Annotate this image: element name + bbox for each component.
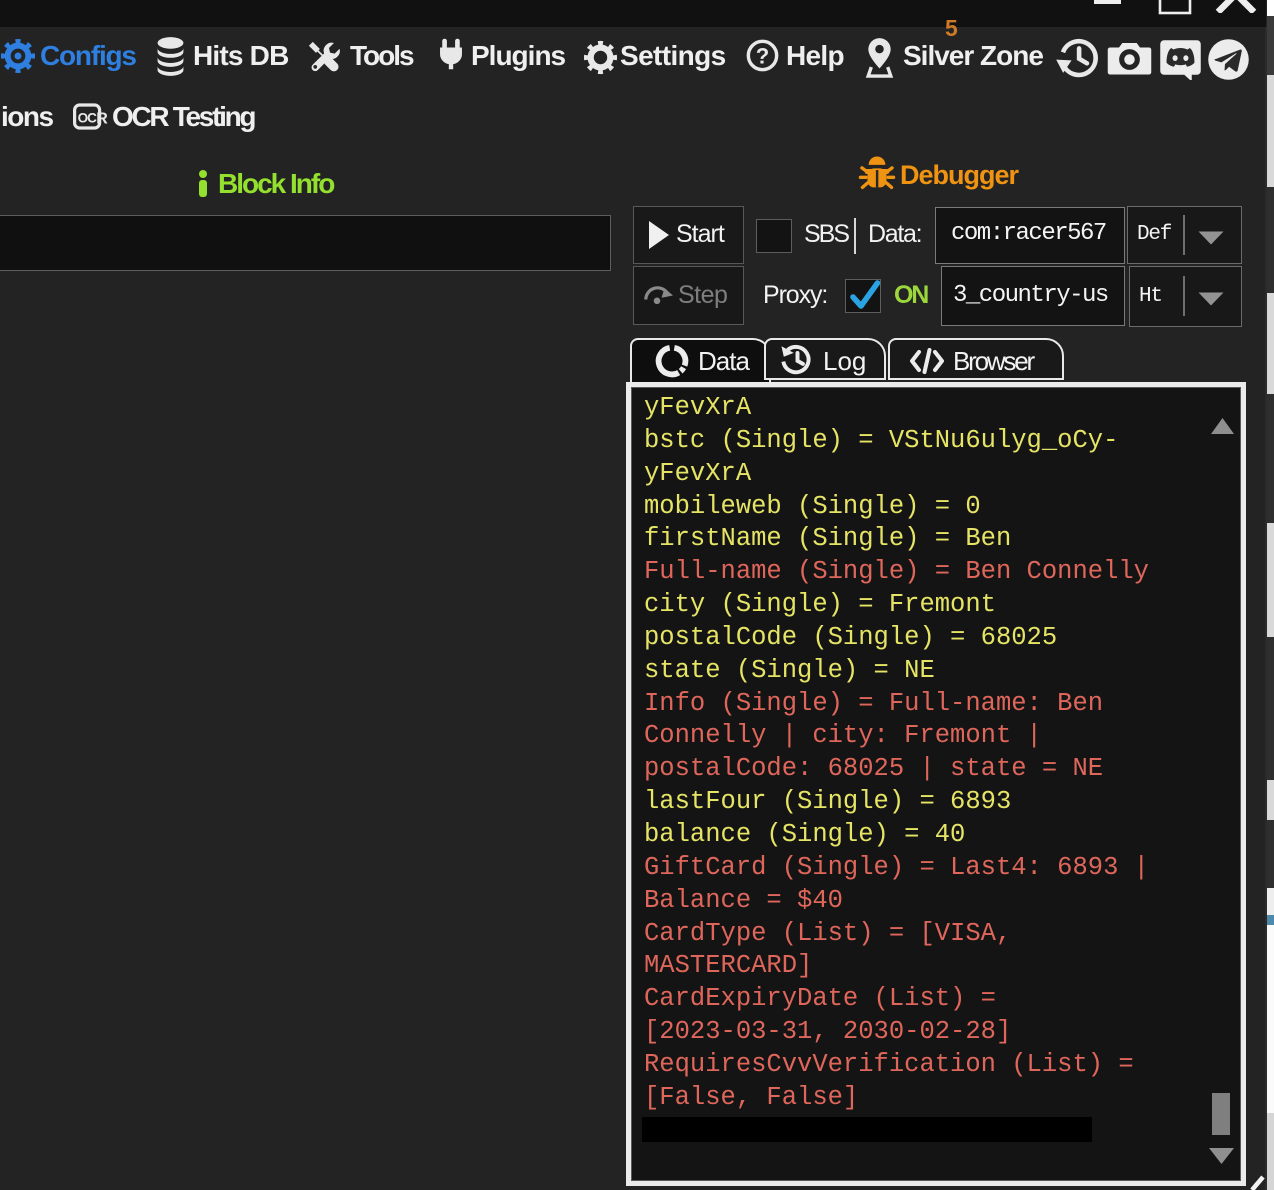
svg-text:OC: OC <box>78 111 98 126</box>
svg-text:?: ? <box>756 43 769 68</box>
svg-text:R: R <box>96 110 108 127</box>
